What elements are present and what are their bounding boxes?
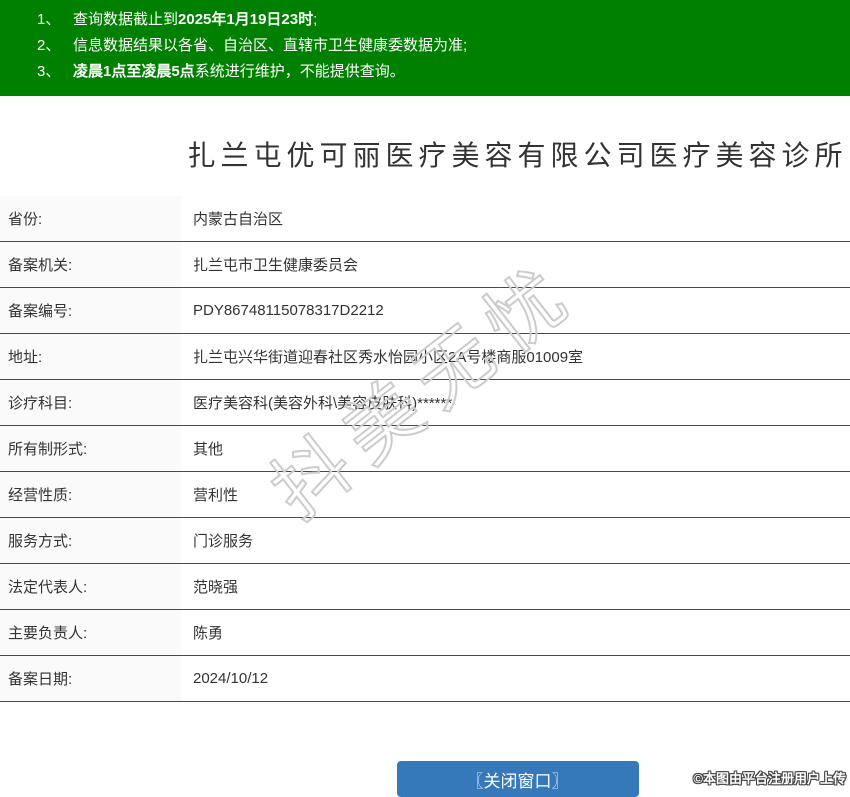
row-value: 2024/10/12 bbox=[193, 670, 269, 687]
row-label: 主要负责人: bbox=[0, 610, 181, 655]
row-label: 地址: bbox=[0, 334, 181, 379]
record-table: 省份: 内蒙古自治区 备案机关: 扎兰屯市卫生健康委员会 备案编号: PDY8674811… bbox=[0, 196, 850, 702]
notice-line-number: 1、 bbox=[37, 11, 61, 28]
page-title: 扎兰屯优可丽医疗美容有限公司医疗美容诊所 bbox=[187, 140, 848, 171]
row-value: 内蒙古自治区 bbox=[193, 211, 284, 228]
table-row: 诊疗科目: 医疗美容科(美容外科\美容皮肤科)****** bbox=[0, 380, 850, 426]
row-label: 服务方式: bbox=[0, 518, 181, 563]
notice-line-text: 查询数据截止到2025年1月19日23时; bbox=[73, 11, 318, 28]
image-copyright-watermark: ©本图由平台注册用户上传 bbox=[693, 771, 846, 786]
row-label: 备案日期: bbox=[0, 656, 181, 701]
row-value: PDY86748115078317D2212 bbox=[193, 302, 384, 319]
row-label: 经营性质: bbox=[0, 472, 181, 517]
row-value: 陈勇 bbox=[193, 625, 224, 642]
notice-line-number: 2、 bbox=[37, 37, 61, 54]
notice-line-text: 信息数据结果以各省、自治区、直辖市卫生健康委数据为准; bbox=[73, 37, 468, 54]
notice-line-text: 凌晨1点至凌晨5点系统进行维护，不能提供查询。 bbox=[73, 63, 405, 80]
row-value: 其他 bbox=[193, 441, 224, 458]
notice-line: 1、 查询数据截止到2025年1月19日23时; bbox=[37, 7, 850, 33]
page: 1、 查询数据截止到2025年1月19日23时; 2、 信息数据结果以各省、自治区、直… bbox=[0, 0, 850, 797]
row-label: 所有制形式: bbox=[0, 426, 181, 471]
table-row: 省份: 内蒙古自治区 bbox=[0, 196, 850, 242]
table-row: 主要负责人: 陈勇 bbox=[0, 610, 850, 656]
table-row: 备案机关: 扎兰屯市卫生健康委员会 bbox=[0, 242, 850, 288]
notice-line-number: 3、 bbox=[37, 63, 61, 80]
table-row: 经营性质: 营利性 bbox=[0, 472, 850, 518]
row-label: 备案机关: bbox=[0, 242, 181, 287]
row-value: 门诊服务 bbox=[193, 533, 254, 550]
row-value: 扎兰屯兴华街道迎春社区秀水怡园小区2A号楼商服01009室 bbox=[193, 349, 584, 366]
table-row: 所有制形式: 其他 bbox=[0, 426, 850, 472]
table-row: 备案编号: PDY86748115078317D2212 bbox=[0, 288, 850, 334]
notice-line: 3、 凌晨1点至凌晨5点系统进行维护，不能提供查询。 bbox=[37, 59, 850, 85]
row-label: 省份: bbox=[0, 196, 181, 241]
row-label: 诊疗科目: bbox=[0, 380, 181, 425]
row-value: 医疗美容科(美容外科\美容皮肤科)****** bbox=[193, 395, 453, 412]
table-row: 法定代表人: 范晓强 bbox=[0, 564, 850, 610]
row-label: 备案编号: bbox=[0, 288, 181, 333]
table-row: 备案日期: 2024/10/12 bbox=[0, 656, 850, 702]
table-row: 地址: 扎兰屯兴华街道迎春社区秀水怡园小区2A号楼商服01009室 bbox=[0, 334, 850, 380]
close-window-button[interactable]: 〖关闭窗口〗 bbox=[396, 761, 639, 797]
notice-banner: 1、 查询数据截止到2025年1月19日23时; 2、 信息数据结果以各省、自治区、直… bbox=[0, 0, 850, 96]
table-row: 服务方式: 门诊服务 bbox=[0, 518, 850, 564]
row-value: 营利性 bbox=[193, 487, 239, 504]
row-value: 范晓强 bbox=[193, 579, 239, 596]
row-value: 扎兰屯市卫生健康委员会 bbox=[193, 257, 359, 274]
row-label: 法定代表人: bbox=[0, 564, 181, 609]
notice-line: 2、 信息数据结果以各省、自治区、直辖市卫生健康委数据为准; bbox=[37, 33, 850, 59]
